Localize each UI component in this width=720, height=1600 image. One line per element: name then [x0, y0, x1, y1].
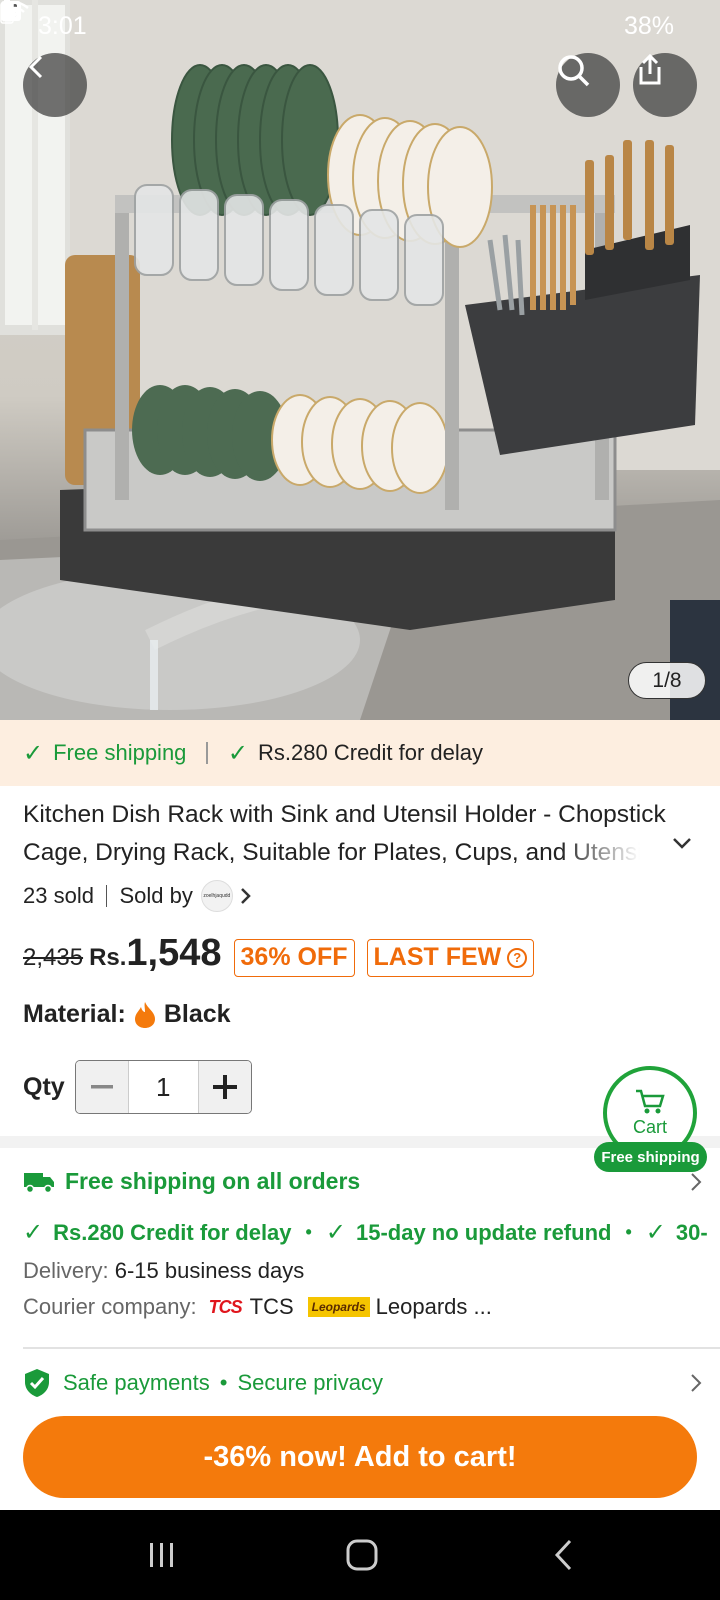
courier-tcs: TCS: [249, 1294, 294, 1319]
discount-badge-text: 36% OFF: [240, 943, 348, 971]
minus-icon: [90, 1085, 113, 1089]
status-bar: 3:01 38%: [0, 0, 720, 52]
chevron-down-icon: [673, 838, 691, 849]
cart-label: Cart: [632, 1116, 667, 1137]
price-row: 2,435 Rs. 1,548 36% OFF LAST FEW ?: [23, 932, 546, 977]
safety-row[interactable]: Safe payments • Secure privacy: [23, 1368, 703, 1398]
perk-credit-for-delay: Rs.280 Credit for delay: [53, 1219, 292, 1245]
share-icon: [639, 53, 661, 85]
check-icon: ✓: [227, 739, 249, 767]
cart-icon: [636, 1089, 665, 1113]
product-image[interactable]: 3:01 38% 1/8: [0, 0, 720, 720]
material-label: Material:: [23, 1000, 126, 1028]
back-arrow-icon: [554, 1539, 572, 1571]
check-icon: ✓: [645, 1219, 666, 1246]
currency: Rs.: [89, 944, 127, 971]
divider: [105, 885, 108, 907]
chevron-left-icon: [28, 55, 43, 79]
flame-icon: [134, 1001, 155, 1028]
separator-dot: •: [219, 1370, 228, 1395]
decrease-quantity-button[interactable]: [75, 1061, 128, 1113]
plus-icon: [212, 1075, 237, 1099]
perk-refund: 15-day no update refund: [355, 1219, 612, 1245]
chevron-right-icon: [691, 1172, 702, 1191]
delivery-label: Delivery:: [23, 1258, 109, 1283]
image-counter: 1/8: [628, 662, 706, 699]
battery-percent: 38%: [623, 11, 674, 40]
quantity-row: Qty 1: [23, 1060, 252, 1114]
title-fade: [560, 834, 660, 872]
status-icons: 38%: [0, 0, 682, 41]
tcs-logo: TCS: [208, 1296, 243, 1317]
promo-strip: ✓ Free shipping ✓ Rs.280 Credit for dela…: [0, 720, 720, 786]
quantity-value[interactable]: 1: [127, 1061, 199, 1113]
current-price: 1,548: [126, 932, 222, 974]
check-icon: ✓: [23, 739, 44, 767]
perk-truncated: 30-: [675, 1219, 708, 1245]
search-icon: [558, 55, 590, 87]
seller-logo[interactable]: zoelhjaqudd: [200, 880, 233, 912]
sold-count: 23 sold: [23, 883, 94, 908]
sold-line: 23 sold Sold by zoelhjaqudd: [23, 880, 255, 912]
discount-badge: 36% OFF: [233, 938, 355, 977]
system-back-button[interactable]: [504, 1510, 624, 1600]
check-icon: ✓: [325, 1219, 346, 1246]
system-navigation-bar: [0, 1510, 720, 1600]
add-to-cart-button[interactable]: -36% now! Add to cart!: [23, 1416, 697, 1498]
question-icon: ?: [507, 947, 528, 968]
increase-quantity-button[interactable]: [198, 1061, 251, 1113]
safe-payments: Safe payments: [63, 1370, 210, 1395]
shipping-headline: Free shipping on all orders: [65, 1168, 361, 1194]
home-button[interactable]: [302, 1510, 422, 1600]
delivery-row: Delivery: 6-15 business days: [23, 1258, 304, 1284]
recents-icon: [150, 1543, 173, 1567]
back-button[interactable]: [23, 53, 87, 117]
divider: [23, 1347, 720, 1349]
chevron-right-icon[interactable]: [237, 886, 255, 906]
check-icon: ✓: [23, 1219, 44, 1246]
home-icon: [346, 1539, 378, 1571]
search-button[interactable]: [556, 53, 620, 117]
stock-badge[interactable]: LAST FEW ?: [366, 938, 535, 977]
original-price: 2,435: [23, 944, 84, 971]
separator-dot: •: [625, 1222, 632, 1242]
promo-credit-for-delay: Rs.280 Credit for delay: [258, 740, 484, 765]
secure-privacy: Secure privacy: [237, 1370, 383, 1395]
quantity-stepper: 1: [74, 1060, 252, 1114]
sold-by-label: Sold by: [119, 883, 193, 908]
courier-leopards: Leopards ...: [375, 1294, 492, 1319]
recents-button[interactable]: [102, 1510, 222, 1600]
shipping-row[interactable]: Free shipping on all orders: [23, 1168, 703, 1195]
expand-title-button[interactable]: [672, 836, 692, 855]
dish-rack-photo: [0, 0, 720, 720]
promo-free-shipping: Free shipping: [53, 740, 187, 765]
seller-logo-text: zoelhjaqudd: [203, 893, 231, 899]
delivery-value: 6-15 business days: [114, 1258, 305, 1283]
truck-icon: [24, 1172, 54, 1193]
share-button[interactable]: [633, 53, 697, 117]
shield-check-icon: [25, 1369, 49, 1397]
quantity-label: Qty: [23, 1072, 65, 1101]
shipping-perks: ✓ Rs.280 Credit for delay • ✓ 15-day no …: [23, 1218, 720, 1247]
courier-label: Courier company:: [23, 1294, 197, 1319]
material-row[interactable]: Material: Black: [23, 1000, 231, 1029]
courier-row: Courier company: TCS TCS Leopards Leopar…: [23, 1294, 492, 1320]
chevron-right-icon: [691, 1374, 702, 1392]
status-time: 3:01: [38, 11, 87, 40]
stock-badge-text: LAST FEW: [373, 943, 502, 971]
leopards-logo: Leopards: [307, 1297, 370, 1317]
divider: [206, 742, 208, 764]
material-value: Black: [163, 1000, 231, 1028]
separator-dot: •: [305, 1222, 312, 1242]
